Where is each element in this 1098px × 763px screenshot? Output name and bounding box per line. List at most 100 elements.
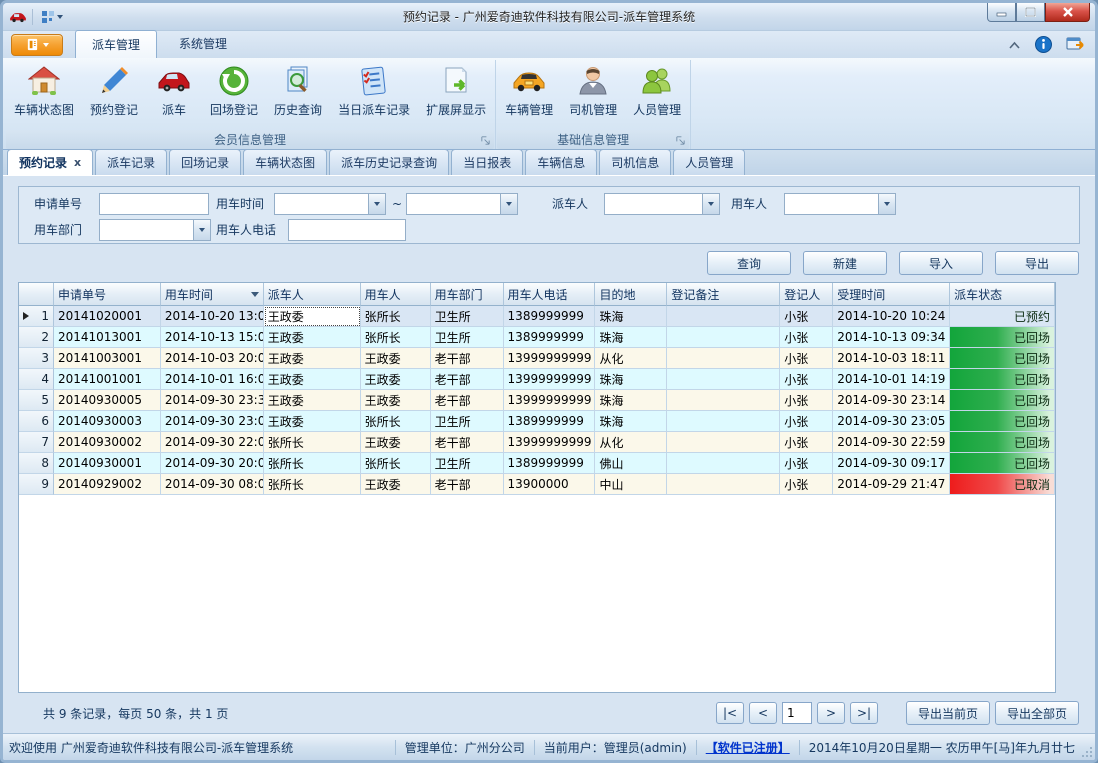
- dispatch-status-cell[interactable]: 已回场: [950, 327, 1055, 348]
- grid-cell[interactable]: [667, 390, 780, 411]
- grid-cell[interactable]: 从化: [595, 432, 667, 453]
- grid-cell[interactable]: 张所长: [264, 432, 361, 453]
- grid-cell[interactable]: 老干部: [431, 348, 504, 369]
- grid-cell[interactable]: 20141013001: [54, 327, 161, 348]
- table-row[interactable]: 8201409300012014-09-30 20:00张所长张所长卫生所138…: [19, 453, 1055, 474]
- use-time-to-combobox[interactable]: [406, 193, 518, 215]
- grid-cell[interactable]: 20140930003: [54, 411, 161, 432]
- grid-cell[interactable]: 1389999999: [504, 453, 596, 474]
- dispatch-status-cell[interactable]: 已取消: [950, 474, 1055, 495]
- column-header-受理时间[interactable]: 受理时间: [833, 283, 950, 306]
- grid-cell[interactable]: 张所长: [361, 306, 431, 327]
- use-time-from-combobox[interactable]: [274, 193, 386, 215]
- group-dialog-launcher-icon[interactable]: [675, 135, 686, 146]
- pager-next-button[interactable]: >: [817, 702, 845, 724]
- grid-cell[interactable]: 小张: [780, 369, 833, 390]
- grid-cell[interactable]: 王政委: [264, 306, 361, 327]
- grid-cell[interactable]: 王政委: [264, 348, 361, 369]
- grid-cell[interactable]: 老干部: [431, 369, 504, 390]
- column-header-派车人[interactable]: 派车人: [264, 283, 361, 306]
- grid-cell[interactable]: 张所长: [264, 453, 361, 474]
- table-row[interactable]: 4201410010012014-10-01 16:00王政委王政委老干部139…: [19, 369, 1055, 390]
- grid-cell[interactable]: 小张: [780, 348, 833, 369]
- grid-cell[interactable]: 珠海: [595, 390, 667, 411]
- pager-first-button[interactable]: |<: [716, 702, 744, 724]
- grid-cell[interactable]: 2014-09-30 08:00: [161, 474, 264, 495]
- grid-cell[interactable]: 20141003001: [54, 348, 161, 369]
- grid-cell[interactable]: 1389999999: [504, 306, 596, 327]
- group-dialog-launcher-icon[interactable]: [480, 135, 491, 146]
- grid-cell[interactable]: 卫生所: [431, 306, 504, 327]
- page-number-input[interactable]: [782, 702, 812, 724]
- grid-cell[interactable]: 13900000: [504, 474, 596, 495]
- column-header-登记备注[interactable]: 登记备注: [667, 283, 780, 306]
- document-tab-司机信息[interactable]: 司机信息: [599, 149, 671, 175]
- export-button[interactable]: 导出: [995, 251, 1079, 275]
- ribbon-button-司机管理[interactable]: 司机管理: [561, 60, 625, 130]
- document-tab-预约记录[interactable]: 预约记录x: [7, 149, 93, 175]
- table-row[interactable]: 3201410030012014-10-03 20:00王政委王政委老干部139…: [19, 348, 1055, 369]
- grid-cell[interactable]: 20141020001: [54, 306, 161, 327]
- grid-cell[interactable]: 2014-09-30 23:30: [161, 390, 264, 411]
- grid-cell[interactable]: 2014-09-29 21:47: [833, 474, 950, 495]
- grid-cell[interactable]: 2014-09-30 23:05: [833, 411, 950, 432]
- column-header-目的地[interactable]: 目的地: [595, 283, 667, 306]
- column-header-用车时间[interactable]: 用车时间: [161, 283, 264, 306]
- grid-cell[interactable]: 小张: [780, 306, 833, 327]
- grid-cell[interactable]: 2014-10-01 16:00: [161, 369, 264, 390]
- grid-cell[interactable]: 王政委: [361, 432, 431, 453]
- ribbon-button-扩展屏显示[interactable]: 扩展屏显示: [418, 60, 494, 130]
- table-row[interactable]: 2201410130012014-10-13 15:00王政委张所长卫生所138…: [19, 327, 1055, 348]
- grid-cell[interactable]: 佛山: [595, 453, 667, 474]
- column-header-登记人[interactable]: 登记人: [780, 283, 833, 306]
- ribbon-button-回场登记[interactable]: 回场登记: [202, 60, 266, 130]
- dispatch-status-cell[interactable]: 已回场: [950, 390, 1055, 411]
- grid-cell[interactable]: 老干部: [431, 474, 504, 495]
- query-button[interactable]: 查询: [707, 251, 791, 275]
- grid-cell[interactable]: 卫生所: [431, 411, 504, 432]
- resize-grip-icon[interactable]: [1081, 746, 1093, 758]
- grid-cell[interactable]: 20140929002: [54, 474, 161, 495]
- grid-cell[interactable]: 珠海: [595, 306, 667, 327]
- grid-cell[interactable]: 小张: [780, 432, 833, 453]
- info-icon[interactable]: [1035, 36, 1052, 53]
- grid-cell[interactable]: 2014-10-13 15:00: [161, 327, 264, 348]
- grid-cell[interactable]: 2014-10-13 09:34: [833, 327, 950, 348]
- document-tab-派车历史记录查询[interactable]: 派车历史记录查询: [329, 149, 449, 175]
- grid-cell[interactable]: 2014-10-01 14:19: [833, 369, 950, 390]
- grid-cell[interactable]: 张所长: [361, 411, 431, 432]
- grid-cell[interactable]: [667, 306, 780, 327]
- grid-cell[interactable]: 2014-09-30 09:17: [833, 453, 950, 474]
- ribbon-button-历史查询[interactable]: 历史查询: [266, 60, 330, 130]
- grid-cell[interactable]: 王政委: [361, 369, 431, 390]
- phone-input[interactable]: [288, 219, 406, 241]
- grid-cell[interactable]: 王政委: [361, 348, 431, 369]
- grid-cell[interactable]: 王政委: [264, 411, 361, 432]
- grid-cell[interactable]: 1389999999: [504, 411, 596, 432]
- dept-combobox[interactable]: [99, 219, 211, 241]
- grid-cell[interactable]: 珠海: [595, 369, 667, 390]
- ribbon-button-当日派车记录[interactable]: 当日派车记录: [330, 60, 418, 130]
- table-row[interactable]: 9201409290022014-09-30 08:00张所长王政委老干部139…: [19, 474, 1055, 495]
- grid-cell[interactable]: 小张: [780, 411, 833, 432]
- grid-cell[interactable]: 老干部: [431, 432, 504, 453]
- grid-cell[interactable]: 20140930002: [54, 432, 161, 453]
- grid-cell[interactable]: 13999999999: [504, 432, 596, 453]
- grid-cell[interactable]: [667, 327, 780, 348]
- table-row[interactable]: 5201409300052014-09-30 23:30王政委王政委老干部139…: [19, 390, 1055, 411]
- grid-cell[interactable]: 2014-09-30 22:00: [161, 432, 264, 453]
- grid-cell[interactable]: 13999999999: [504, 390, 596, 411]
- ribbon-button-预约登记[interactable]: 预约登记: [82, 60, 146, 130]
- dispatch-status-cell[interactable]: 已回场: [950, 453, 1055, 474]
- collapse-ribbon-chevron-icon[interactable]: [1008, 41, 1021, 49]
- skin-style-icon[interactable]: [1066, 36, 1085, 53]
- dispatch-status-cell[interactable]: 已回场: [950, 369, 1055, 390]
- grid-cell[interactable]: [667, 474, 780, 495]
- grid-cell[interactable]: 小张: [780, 474, 833, 495]
- create-button[interactable]: 新建: [803, 251, 887, 275]
- ribbon-button-车辆管理[interactable]: 车辆管理: [497, 60, 561, 130]
- grid-cell[interactable]: [667, 348, 780, 369]
- grid-cell[interactable]: [667, 453, 780, 474]
- grid-cell[interactable]: 王政委: [264, 390, 361, 411]
- grid-cell[interactable]: 王政委: [361, 474, 431, 495]
